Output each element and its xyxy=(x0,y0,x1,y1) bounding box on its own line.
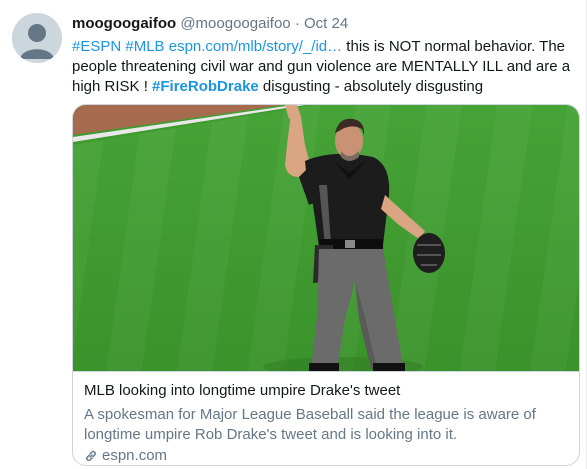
tweet[interactable]: moogoogaifoo @moogoogaifoo · Oct 24 #ESP… xyxy=(0,0,587,469)
card-description: A spokesman for Major League Baseball sa… xyxy=(84,406,536,443)
tweet-header: moogoogaifoo @moogoogaifoo · Oct 24 xyxy=(72,14,348,33)
link-icon xyxy=(86,450,96,461)
card-title[interactable]: MLB looking into longtime umpire Drake's… xyxy=(84,381,569,400)
tweet-text: #ESPN #MLB espn.com/mlb/story/_/id… this… xyxy=(72,37,577,97)
display-name[interactable]: moogoogaifoo xyxy=(72,15,176,32)
user-handle[interactable]: @moogoogaifoo xyxy=(180,15,290,32)
hashtag-firerobdrake[interactable]: #FireRobDrake xyxy=(152,78,259,95)
tweet-text-part-2: disgusting - absolutely disgusting xyxy=(258,78,484,95)
card-image[interactable] xyxy=(73,105,579,371)
default-avatar-icon xyxy=(12,13,62,63)
card-domain[interactable]: espn.com xyxy=(84,446,569,465)
tweet-date[interactable]: Oct 24 xyxy=(304,15,348,32)
avatar[interactable] xyxy=(12,13,62,63)
hashtag-espn[interactable]: #ESPN xyxy=(72,38,121,55)
link-card[interactable]: MLB looking into longtime umpire Drake's… xyxy=(72,104,580,466)
tweet-url[interactable]: espn.com/mlb/story/_/id… xyxy=(169,38,342,55)
umpire-photo xyxy=(73,105,579,371)
card-domain-text[interactable]: espn.com xyxy=(102,446,167,465)
header-separator: · xyxy=(294,15,300,32)
card-meta[interactable]: MLB looking into longtime umpire Drake's… xyxy=(73,371,579,465)
hashtag-mlb[interactable]: #MLB xyxy=(125,38,164,55)
